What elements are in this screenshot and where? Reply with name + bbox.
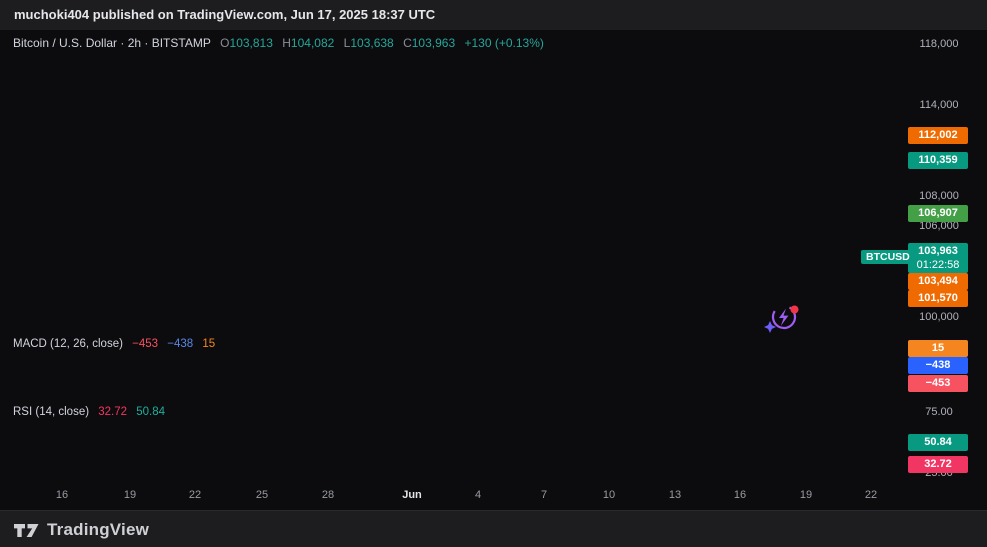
chart-canvas[interactable]	[0, 0, 987, 547]
macd-hist-value: −453	[132, 338, 159, 350]
attribution-text: muchoki404 published on TradingView.com,…	[14, 7, 436, 22]
close-label: C	[403, 36, 412, 50]
low-value: 103,638	[350, 36, 394, 50]
notification-dot	[790, 305, 799, 314]
macd-line-value: −438	[167, 338, 194, 350]
open-value: 103,813	[229, 36, 273, 50]
footer-bar: TradingView	[0, 510, 987, 547]
change-value: +130 (+0.13%)	[464, 36, 544, 50]
price-pane-legend: Bitcoin / U.S. Dollar · 2h · BITSTAMP O1…	[13, 36, 544, 50]
tradingview-logo-icon	[14, 523, 39, 537]
open-label: O	[220, 36, 230, 50]
tradingview-logo-text: TradingView	[47, 520, 150, 539]
tradingview-chart-screenshot: muchoki404 published on TradingView.com,…	[0, 0, 987, 547]
close-value: 103,963	[411, 36, 456, 50]
lightning-icon	[779, 308, 789, 326]
price-scale[interactable]	[860, 30, 987, 483]
rsi-ma-value: 50.84	[136, 406, 166, 418]
tradingview-logo[interactable]: TradingView	[13, 520, 149, 540]
macd-legend: MACD (12, 26, close) −453 −438 15	[13, 338, 215, 350]
high-label: H	[282, 36, 291, 50]
rsi-legend: RSI (14, close) 32.72 50.84	[13, 406, 165, 418]
rsi-value: 32.72	[98, 406, 128, 418]
rsi-title: RSI (14, close)	[13, 406, 90, 418]
attribution-bar: muchoki404 published on TradingView.com,…	[0, 0, 987, 30]
macd-title: MACD (12, 26, close)	[13, 338, 123, 350]
symbol-title: Bitcoin / U.S. Dollar · 2h · BITSTAMP	[13, 36, 211, 50]
live-refresh-icon[interactable]	[763, 298, 803, 336]
time-scale[interactable]	[0, 483, 987, 510]
high-value: 104,082	[290, 36, 335, 50]
macd-signal-value: 15	[202, 338, 216, 350]
